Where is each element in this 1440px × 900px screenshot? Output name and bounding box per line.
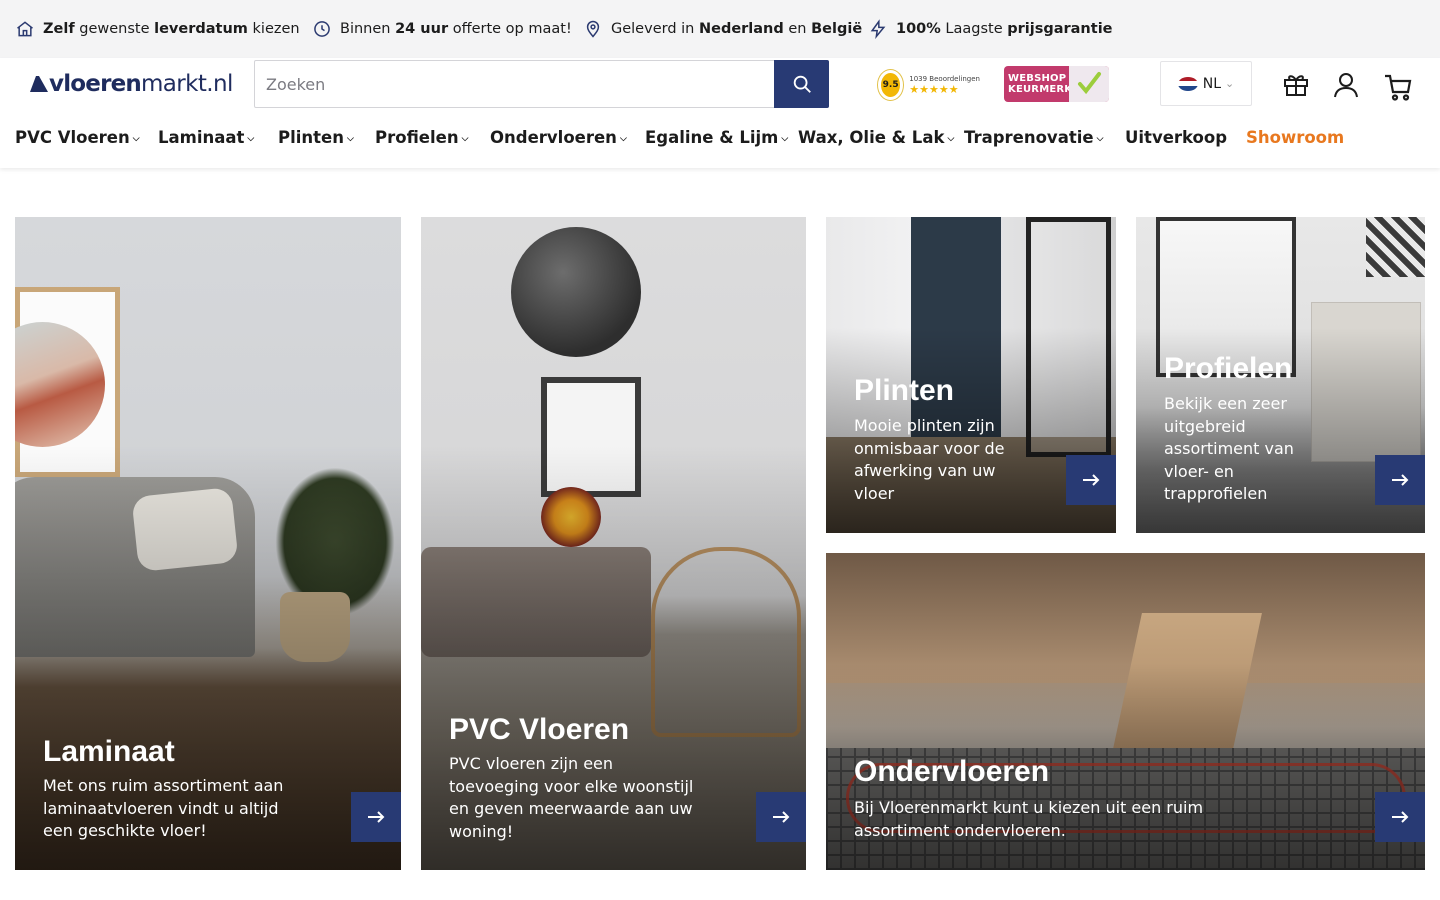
- usp-text: Zelf gewenste leverdatum kiezen: [43, 21, 300, 37]
- arrow-right-icon: [1083, 474, 1100, 486]
- keurmerk-line-2: KEURMERK: [1008, 84, 1073, 95]
- arrow-right-icon: [368, 811, 385, 823]
- arrow-right-icon: [773, 811, 790, 823]
- nav-uitverkoop[interactable]: Uitverkoop: [1125, 128, 1227, 147]
- nav-showroom[interactable]: Showroom: [1246, 128, 1344, 147]
- tile-arrow-button[interactable]: [351, 792, 401, 842]
- tile-title: Profielen: [1164, 352, 1293, 385]
- shopping-cart-icon[interactable]: [1383, 72, 1413, 102]
- usp-price-guarantee: 100% Laagste prijsgarantie: [868, 19, 1113, 39]
- nav-profielen[interactable]: Profielen ⌵: [375, 128, 468, 147]
- category-tile-pvc-vloeren[interactable]: PVC Vloeren PVC vloeren zijn een toevoeg…: [421, 217, 806, 870]
- logo-text-bold: vloeren: [49, 71, 142, 97]
- category-tile-laminaat[interactable]: Laminaat Met ons ruim assortiment aan la…: [15, 217, 401, 870]
- chevron-down-icon: ⌵: [132, 134, 140, 144]
- checkmark-icon: [1078, 72, 1101, 95]
- tile-arrow-button[interactable]: [1375, 792, 1425, 842]
- arrow-right-icon: [1392, 811, 1409, 823]
- rating-score: 9.5: [878, 70, 904, 100]
- tile-title: Plinten: [854, 374, 955, 407]
- site-header: vloerenmarkt.nl 9.5 1039 Beoordelingen ★…: [0, 58, 1440, 168]
- nav-plinten[interactable]: Plinten ⌵: [278, 128, 354, 147]
- usp-text: Binnen 24 uur offerte op maat!: [340, 21, 572, 37]
- tile-title: Laminaat: [43, 735, 175, 768]
- tile-description: PVC vloeren zijn een toevoeging voor elk…: [449, 754, 694, 841]
- location-pin-icon: [586, 20, 600, 38]
- tile-shade: [15, 217, 401, 870]
- language-label: NL: [1202, 75, 1222, 92]
- nav-laminaat[interactable]: Laminaat ⌵: [158, 128, 254, 147]
- gift-box-icon[interactable]: [1281, 70, 1311, 100]
- chevron-down-icon: ⌄: [1225, 77, 1235, 90]
- search-icon: [793, 75, 811, 93]
- chevron-down-icon: ⌵: [247, 134, 255, 144]
- user-icon[interactable]: [1331, 70, 1361, 100]
- tile-description: Bij Vloerenmarkt kunt u kiezen uit een r…: [854, 798, 1204, 840]
- category-tile-profielen[interactable]: Profielen Bekijk een zeer uitgebreid ass…: [1136, 217, 1425, 533]
- chevron-down-icon: ⌵: [1096, 134, 1104, 144]
- tile-arrow-button[interactable]: [1066, 455, 1116, 505]
- usp-quote: Binnen 24 uur offerte op maat!: [312, 19, 572, 39]
- usp-delivery-countries: Geleverd in Nederland en België: [583, 19, 862, 39]
- rating-info: 1039 Beoordelingen ★★★★★: [909, 75, 980, 96]
- usp-text: Geleverd in Nederland en België: [611, 21, 863, 37]
- keurmerk-line-1: WEBSHOP: [1008, 73, 1067, 84]
- nav-traprenovatie[interactable]: Traprenovatie ⌵: [964, 128, 1103, 147]
- clock-icon: [314, 21, 330, 37]
- arrow-right-icon: [1392, 474, 1409, 486]
- usp-delivery-date: Zelf gewenste leverdatum kiezen: [15, 19, 300, 39]
- chevron-down-icon: ⌵: [947, 134, 955, 144]
- chevron-down-icon: ⌵: [781, 134, 789, 144]
- chevron-down-icon: ⌵: [346, 134, 354, 144]
- keurmerk-check: [1069, 66, 1109, 102]
- keurmerk-text: WEBSHOP KEURMERK: [1004, 73, 1072, 95]
- review-rating-badge[interactable]: 9.5 1039 Beoordelingen ★★★★★: [878, 69, 980, 101]
- usp-bar: Zelf gewenste leverdatum kiezen Binnen 2…: [0, 0, 1440, 58]
- rating-count: 1039 Beoordelingen: [909, 74, 980, 83]
- netherlands-flag-icon: [1177, 76, 1198, 91]
- language-selector[interactable]: NL ⌄: [1160, 61, 1252, 106]
- chevron-down-icon: ⌵: [619, 134, 627, 144]
- logo-text-thin: markt.nl: [141, 71, 233, 97]
- home-icon: [17, 21, 33, 37]
- tile-description: Bekijk een zeer uitgebreid assortiment v…: [1164, 394, 1294, 503]
- usp-text: 100% Laagste prijsgarantie: [896, 21, 1113, 37]
- chevron-down-icon: ⌵: [461, 134, 469, 144]
- search-input[interactable]: [255, 61, 775, 107]
- tile-description: Met ons ruim assortiment aan laminaatvlo…: [43, 776, 284, 840]
- nav-wax-olie-lak[interactable]: Wax, Olie & Lak ⌵: [798, 128, 954, 147]
- site-logo[interactable]: vloeren markt.nl: [30, 70, 233, 98]
- search-button[interactable]: [774, 60, 829, 108]
- nav-ondervloeren[interactable]: Ondervloeren ⌵: [490, 128, 627, 147]
- nav-pvc-vloeren[interactable]: PVC Vloeren ⌵: [15, 128, 140, 147]
- star-rating-icon: ★★★★★: [909, 82, 959, 96]
- tile-title: PVC Vloeren: [449, 713, 630, 746]
- webshop-keurmerk-badge[interactable]: WEBSHOP KEURMERK: [1004, 66, 1109, 102]
- tile-arrow-button[interactable]: [1375, 455, 1425, 505]
- main-navigation: PVC Vloeren ⌵ Laminaat ⌵ Plinten ⌵ Profiele…: [0, 128, 1440, 154]
- tile-title: Ondervloeren: [854, 755, 1050, 788]
- category-tile-plinten[interactable]: Plinten Mooie plinten zijn onmisbaar voo…: [826, 217, 1116, 533]
- category-tile-ondervloeren[interactable]: Ondervloeren Bij Vloerenmarkt kunt u kie…: [826, 553, 1425, 870]
- search-box: [254, 60, 829, 108]
- lightning-icon: [870, 19, 886, 39]
- tile-arrow-button[interactable]: [756, 792, 806, 842]
- tile-description: Mooie plinten zijn onmisbaar voor de afw…: [854, 416, 1005, 503]
- logo-mark-icon: [30, 76, 48, 92]
- nav-egaline-lijm[interactable]: Egaline & Lijm ⌵: [645, 128, 788, 147]
